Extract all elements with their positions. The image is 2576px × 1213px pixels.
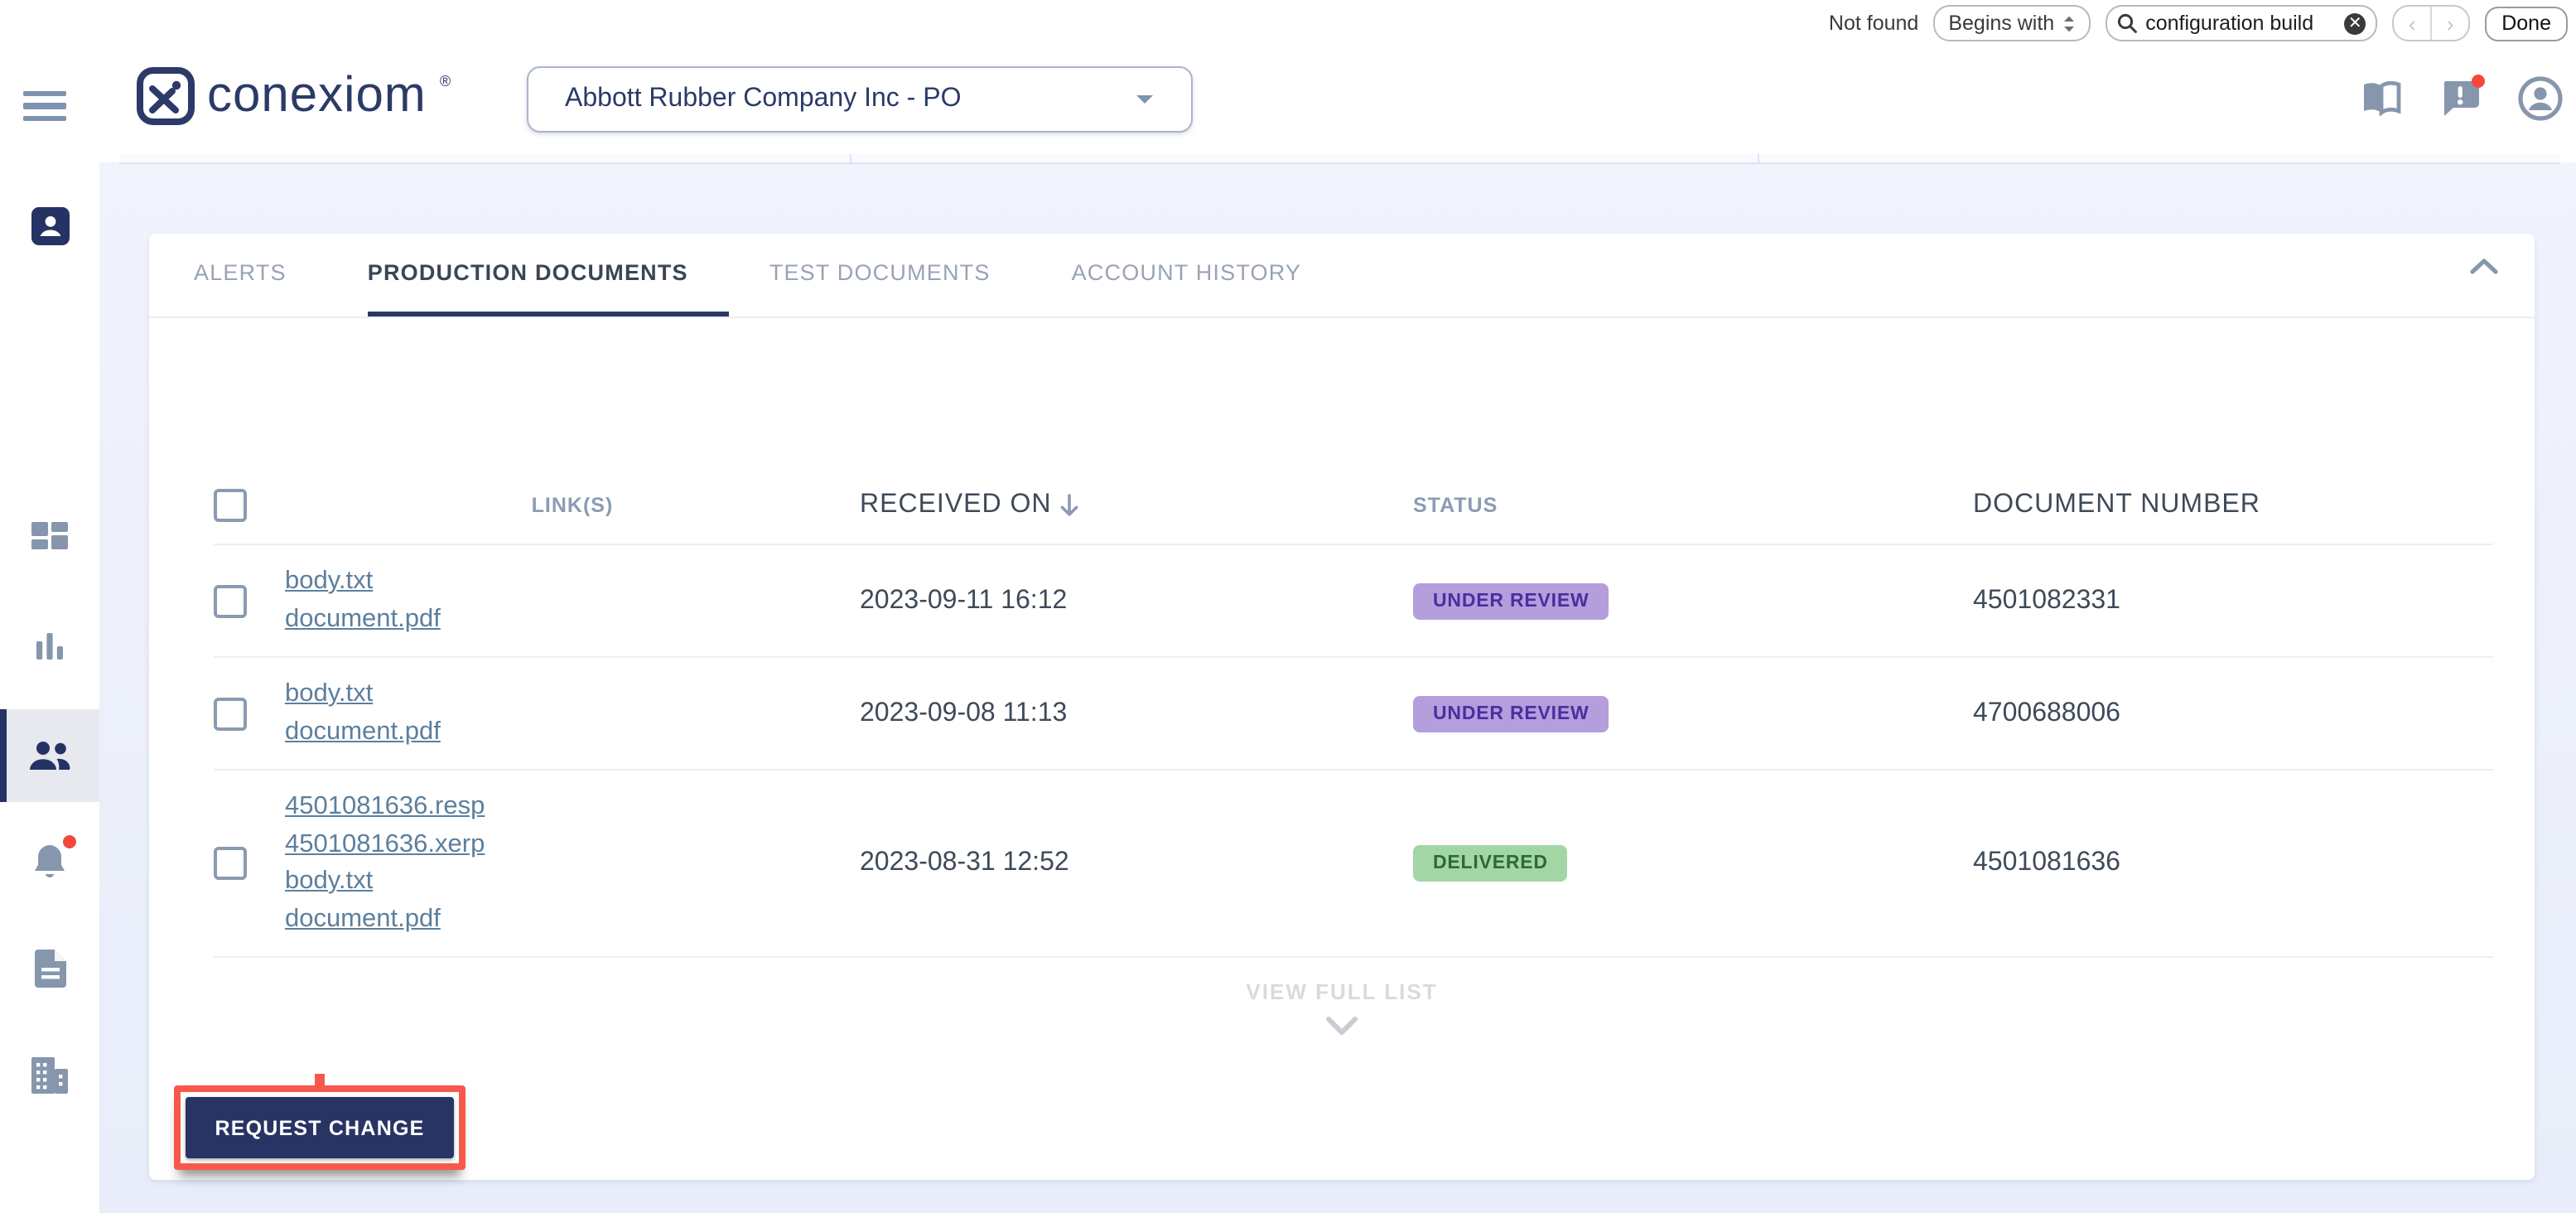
sidebar-item-company[interactable] — [0, 1029, 99, 1122]
row-checkbox[interactable] — [214, 847, 247, 880]
list-footer: VIEW FULL LIST — [149, 979, 2535, 1036]
select-all-checkbox[interactable] — [214, 489, 247, 522]
hamburger-menu-icon[interactable] — [23, 91, 66, 121]
main-content: ALERTS PRODUCTION DOCUMENTS TEST DOCUMEN… — [99, 162, 2576, 1213]
conexiom-logo[interactable]: conexiom ® — [136, 66, 449, 126]
notification-dot — [2472, 75, 2485, 88]
document-number-value: 4501081636 — [1973, 789, 2493, 938]
received-on-value: 2023-09-08 11:13 — [860, 676, 1413, 751]
sidebar-item-notifications[interactable] — [0, 815, 99, 908]
sidebar-item-dashboard[interactable] — [0, 494, 99, 587]
sidebar-item-customers[interactable] — [0, 709, 99, 802]
expand-list-chevron-icon[interactable] — [149, 1016, 2535, 1036]
find-previous-button[interactable]: ‹ — [2394, 7, 2432, 40]
document-link[interactable]: 4501081636.xerp — [285, 826, 485, 863]
building-icon — [30, 1057, 70, 1094]
documents-card: ALERTS PRODUCTION DOCUMENTS TEST DOCUMEN… — [149, 234, 2535, 1180]
find-match-mode-select[interactable]: Begins with — [1933, 5, 2091, 41]
bar-chart-icon — [33, 630, 66, 663]
table-header-row: LINK(S) RECEIVED ON STATUS DOCUMENT NUMB… — [214, 467, 2493, 545]
document-link[interactable]: document.pdf — [285, 601, 441, 638]
collapse-panel-icon[interactable] — [2470, 257, 2498, 275]
status-badge: UNDER REVIEW — [1413, 695, 1609, 732]
document-link[interactable]: body.txt — [285, 563, 373, 601]
contact-card-icon — [31, 206, 69, 244]
application-window: conexiom ® Abbott Rubber Company Inc - P… — [0, 0, 2576, 1213]
row-checkbox[interactable] — [214, 584, 247, 617]
column-header-document-number: DOCUMENT NUMBER — [1973, 491, 2493, 520]
people-icon — [28, 740, 71, 771]
column-header-status: STATUS — [1413, 494, 1973, 517]
conexiom-logo-icon — [136, 66, 195, 126]
document-links-cell: body.txtdocument.pdf — [285, 676, 860, 751]
request-change-area: REQUEST CHANGE — [174, 1085, 466, 1170]
row-checkbox[interactable] — [214, 697, 247, 730]
help-book-icon[interactable] — [2361, 81, 2402, 116]
tab-production-documents[interactable]: PRODUCTION DOCUMENTS — [368, 234, 730, 317]
account-selector-value: Abbott Rubber Company Inc - PO — [565, 85, 961, 114]
element-inspector-highlight: REQUEST CHANGE — [174, 1085, 466, 1170]
sidebar-item-contact-card[interactable] — [0, 179, 99, 272]
documents-table: LINK(S) RECEIVED ON STATUS DOCUMENT NUMB… — [214, 467, 2493, 958]
find-query-text: configuration build — [2145, 12, 2336, 35]
document-number-value: 4501082331 — [1973, 563, 2493, 638]
select-stepper-icon — [2062, 14, 2076, 32]
brand-wordmark: conexiom — [207, 71, 427, 121]
received-on-value: 2023-08-31 12:52 — [860, 789, 1413, 938]
tab-account-history[interactable]: ACCOUNT HISTORY — [1072, 234, 1343, 317]
header-icon-group — [2361, 76, 2563, 121]
document-links-cell: body.txtdocument.pdf — [285, 563, 860, 638]
status-badge: UNDER REVIEW — [1413, 582, 1609, 619]
table-row: body.txtdocument.pdf 2023-09-08 11:13 UN… — [214, 658, 2493, 771]
find-nav-buttons: ‹ › — [2392, 5, 2470, 41]
clear-search-icon[interactable]: ✕ — [2344, 12, 2366, 34]
sidebar-item-reports[interactable] — [0, 600, 99, 693]
document-link[interactable]: body.txt — [285, 863, 373, 901]
document-number-value: 4700688006 — [1973, 676, 2493, 751]
column-header-received-on[interactable]: RECEIVED ON — [860, 491, 1413, 520]
sidebar-nav — [0, 154, 99, 1213]
find-next-button[interactable]: › — [2432, 7, 2468, 40]
status-badge: DELIVERED — [1413, 845, 1568, 882]
account-selector-dropdown[interactable]: Abbott Rubber Company Inc - PO — [527, 66, 1193, 133]
find-search-input[interactable]: configuration build ✕ — [2106, 5, 2377, 41]
find-status-text: Not found — [1829, 12, 1918, 35]
tab-alerts[interactable]: ALERTS — [194, 234, 328, 317]
request-change-button[interactable]: REQUEST CHANGE — [186, 1097, 454, 1158]
view-full-list-button[interactable]: VIEW FULL LIST — [149, 979, 2535, 1004]
account-icon[interactable] — [2518, 76, 2563, 121]
search-icon — [2117, 13, 2137, 33]
sidebar-item-documents[interactable] — [0, 921, 99, 1014]
document-icon — [34, 949, 65, 987]
tab-bar: ALERTS PRODUCTION DOCUMENTS TEST DOCUMEN… — [149, 234, 2535, 318]
registered-mark: ® — [440, 73, 451, 89]
chevron-down-icon — [1135, 93, 1155, 106]
dashboard-icon — [31, 522, 68, 558]
bell-icon — [31, 842, 68, 882]
tab-test-documents[interactable]: TEST DOCUMENTS — [769, 234, 1032, 317]
table-body: body.txtdocument.pdf 2023-09-11 16:12 UN… — [214, 545, 2493, 958]
document-links-cell: 4501081636.resp4501081636.xerpbody.txtdo… — [285, 789, 860, 938]
document-link[interactable]: document.pdf — [285, 713, 441, 751]
received-on-value: 2023-09-11 16:12 — [860, 563, 1413, 638]
sort-desc-icon — [1059, 494, 1080, 517]
column-header-links: LINK(S) — [285, 494, 860, 517]
document-link[interactable]: 4501081636.resp — [285, 789, 485, 826]
document-link[interactable]: document.pdf — [285, 901, 441, 938]
browser-find-bar: Not found Begins with configuration buil… — [1829, 5, 2568, 41]
scrolled-card-edge — [119, 154, 2559, 164]
feedback-icon[interactable] — [2440, 80, 2480, 118]
find-done-button[interactable]: Done — [2485, 6, 2568, 41]
table-row: 4501081636.resp4501081636.xerpbody.txtdo… — [214, 771, 2493, 958]
document-link[interactable]: body.txt — [285, 676, 373, 713]
table-row: body.txtdocument.pdf 2023-09-11 16:12 UN… — [214, 545, 2493, 658]
notification-dot — [63, 835, 76, 848]
